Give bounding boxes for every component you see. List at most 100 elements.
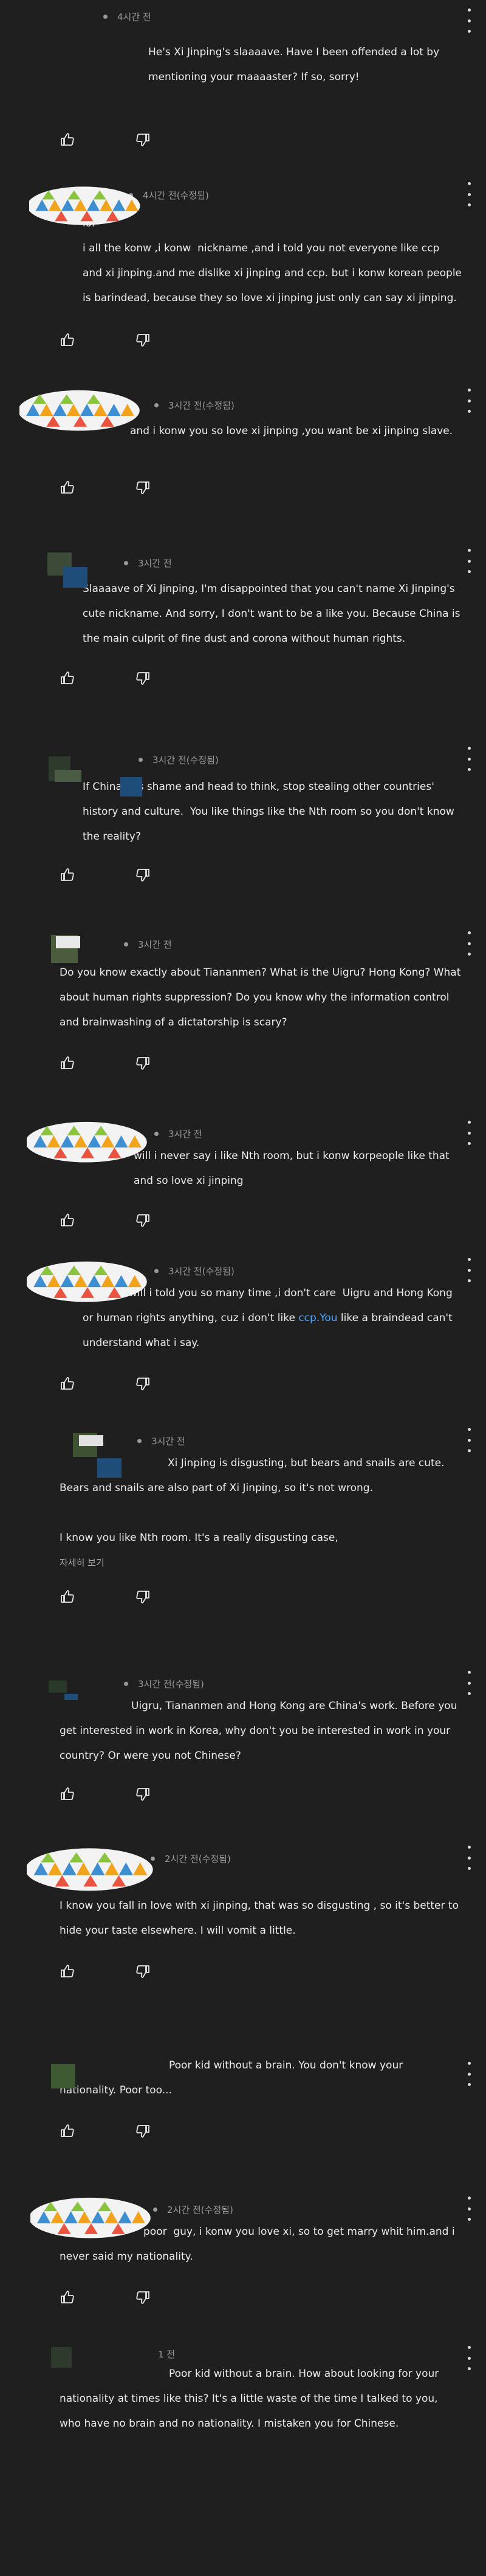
more-vert-icon[interactable] [464, 1258, 474, 1282]
avatar[interactable] [47, 552, 96, 588]
comment-item: 3시간 전 Do you know exactly about Tiananme… [0, 923, 486, 1112]
comment-meta: 3시간 전(수정됨) [139, 738, 462, 770]
thumbs-up-icon[interactable] [60, 1786, 75, 1802]
mention-link[interactable]: ccp.You [298, 1312, 337, 1324]
separator-dot [154, 1131, 159, 1136]
avatar[interactable] [51, 935, 85, 969]
avatar[interactable] [29, 185, 145, 227]
comment-item: 3시간 전 Slaaaave of Xi Jinping, I'm disapp… [0, 540, 486, 738]
separator-dot [124, 942, 128, 946]
thumbs-up-icon[interactable] [60, 332, 75, 348]
thumbs-up-icon[interactable] [60, 1376, 75, 1392]
more-vert-icon[interactable] [464, 1846, 474, 1870]
comment-text: Poor kid without a brain. How about look… [60, 2368, 442, 2430]
avatar[interactable] [51, 2347, 81, 2371]
avatar[interactable] [27, 1844, 154, 1892]
comment-item: 2시간 전(수정됨) poor guy, i konw you love xi,… [0, 2188, 486, 2337]
more-vert-icon[interactable] [464, 1428, 474, 1452]
comment-meta: 1 전 [158, 2337, 462, 2362]
separator-dot [154, 1268, 159, 1273]
comment-text: Poor kid without a brain. You don't know… [60, 2059, 406, 2096]
comment-actions [60, 853, 462, 897]
comment-timestamp: 2시간 전(수정됨) [165, 1853, 231, 1864]
comment-actions [60, 1575, 462, 1619]
avatar[interactable] [51, 2064, 81, 2088]
thumbs-up-icon[interactable] [60, 1055, 75, 1071]
comment-item: 4시간 전 He's Xi Jinping's slaaaave. Have I… [0, 0, 486, 174]
comment-meta: 3시간 전(수정됨) [154, 1249, 462, 1281]
more-vert-icon[interactable] [464, 2346, 474, 2370]
comment-actions [60, 318, 462, 362]
thumbs-down-icon[interactable] [135, 1589, 151, 1605]
comment-item: 3시간 전(수정됨) If China has shame and head t… [0, 738, 486, 923]
thumbs-down-icon[interactable] [135, 1212, 151, 1228]
more-vert-icon[interactable] [464, 549, 474, 573]
more-vert-icon[interactable] [464, 2062, 474, 2086]
thumbs-down-icon[interactable] [135, 480, 151, 495]
avatar[interactable] [30, 2194, 152, 2239]
thumbs-down-icon[interactable] [135, 2289, 151, 2305]
comment-text: Uigru, Tiananmen and Hong Kong are China… [60, 1700, 460, 1762]
comment-item: 2시간 전(수정됨) lmfao I know you fall in love… [0, 1837, 486, 2039]
comment-item: 3시간 전(수정됨) and i konw you so love xi jin… [0, 380, 486, 540]
thumbs-down-icon[interactable] [135, 1376, 151, 1392]
comment-timestamp: 1 전 [158, 2348, 176, 2360]
thumbs-down-icon[interactable] [135, 1786, 151, 1802]
comment-actions [60, 2109, 462, 2153]
comment-timestamp: 4시간 전(수정됨) [143, 189, 209, 201]
comment-actions [60, 656, 462, 700]
comment-item: 1 전 Poor kid without a brain. How about … [0, 2337, 486, 2469]
thumbs-up-icon[interactable] [60, 2123, 75, 2139]
thumbs-up-icon[interactable] [60, 1212, 75, 1228]
thumbs-down-icon[interactable] [135, 1055, 151, 1071]
more-vert-icon[interactable] [464, 747, 474, 771]
comment-text: He's Xi Jinping's slaaaave. Have I been … [148, 46, 443, 83]
thumbs-up-icon[interactable] [60, 670, 75, 686]
comment-timestamp: 3시간 전(수정됨) [138, 1678, 204, 1690]
thumbs-down-icon[interactable] [135, 132, 151, 148]
more-vert-icon[interactable] [464, 2197, 474, 2221]
comment-meta: 3시간 전 [154, 1112, 462, 1144]
thumbs-down-icon[interactable] [135, 670, 151, 686]
comment-actions [60, 1041, 462, 1085]
comment-list: 4시간 전 He's Xi Jinping's slaaaave. Have I… [0, 0, 486, 2469]
read-more-link[interactable]: 자세히 보기 [60, 1551, 462, 1575]
comment-text: Slaaaave of Xi Jinping, I'm disappointed… [83, 583, 464, 645]
thumbs-up-icon[interactable] [60, 867, 75, 883]
thumbs-up-icon[interactable] [60, 1589, 75, 1605]
comment-actions [60, 118, 462, 161]
separator-dot [103, 14, 108, 19]
more-vert-icon[interactable] [464, 182, 474, 206]
separator-dot [124, 560, 128, 565]
thumbs-up-icon[interactable] [60, 480, 75, 495]
separator-dot [153, 2207, 157, 2212]
thumbs-up-icon[interactable] [60, 1963, 75, 1979]
separator-dot [124, 1681, 128, 1686]
thumbs-down-icon[interactable] [135, 867, 151, 883]
avatar[interactable] [19, 385, 141, 433]
comment-item: 3시간 전(수정됨) Uigru, Tiananmen and Hong Kon… [0, 1662, 486, 1837]
comment-timestamp: 3시간 전 [168, 1128, 202, 1140]
more-vert-icon[interactable] [464, 1671, 474, 1695]
avatar[interactable] [27, 1258, 148, 1303]
avatar[interactable] [49, 1676, 97, 1700]
comment-item: 3시간 전 Xi Jinping is disgusting, but bear… [0, 1419, 486, 1662]
more-vert-icon[interactable] [464, 931, 474, 956]
more-vert-icon[interactable] [464, 389, 474, 413]
comment-actions [60, 1772, 462, 1816]
comment-item: 3시간 전(수정됨) will i told you so many time … [0, 1249, 486, 1419]
avatar[interactable] [73, 1433, 194, 1481]
more-vert-icon[interactable] [464, 1121, 474, 1145]
comment-timestamp: 2시간 전(수정됨) [167, 2204, 233, 2215]
thumbs-down-icon[interactable] [135, 2123, 151, 2139]
thumbs-up-icon[interactable] [60, 2289, 75, 2305]
comment-actions [60, 466, 462, 509]
avatar[interactable] [49, 756, 142, 797]
thumbs-down-icon[interactable] [135, 332, 151, 348]
avatar[interactable] [27, 1118, 148, 1163]
thumbs-up-icon[interactable] [60, 132, 75, 148]
comment-meta: 3시간 전(수정됨) [124, 1662, 462, 1694]
more-vert-icon[interactable] [464, 8, 474, 33]
comment-timestamp: 3시간 전(수정됨) [168, 399, 234, 411]
thumbs-down-icon[interactable] [135, 1963, 151, 1979]
